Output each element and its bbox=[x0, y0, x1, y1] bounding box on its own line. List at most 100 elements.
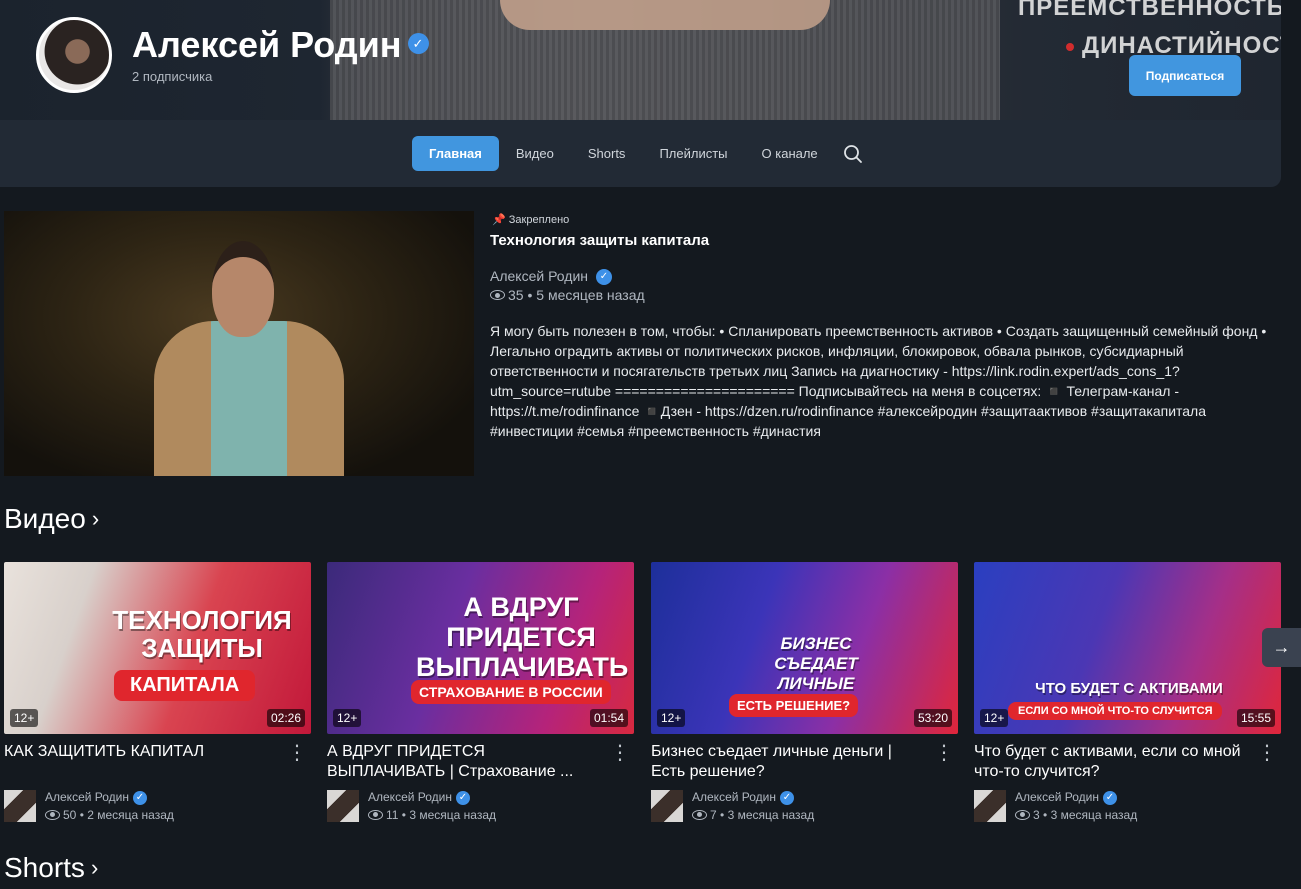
video-thumbnail[interactable]: Технология защиты Капитала 12+ 02:26 bbox=[4, 562, 311, 734]
pinned-age: 5 месяцев назад bbox=[536, 287, 645, 303]
search-icon[interactable] bbox=[843, 144, 863, 164]
pinned-video-title[interactable]: Технология защиты капитала bbox=[490, 232, 709, 249]
arrow-right-icon[interactable]: → bbox=[1262, 628, 1301, 667]
video-meta: 50 • 2 месяца назад bbox=[45, 808, 174, 822]
video-channel-info: Алексей Родин ✓ 50 • 2 месяца назад bbox=[4, 790, 311, 824]
verified-icon: ✓ bbox=[456, 790, 470, 805]
video-meta: 7 • 3 месяца назад bbox=[692, 808, 814, 822]
pinned-description: Я могу быть полезен в том, чтобы: • Спла… bbox=[490, 323, 1267, 439]
video-author[interactable]: Алексей Родин ✓ bbox=[692, 790, 794, 805]
thumbnail-text: Технология защиты bbox=[112, 605, 292, 663]
thumbnail-text: А вдруг придется выплачивать bbox=[416, 592, 629, 682]
age-rating-badge: 12+ bbox=[333, 709, 362, 727]
video-author[interactable]: Алексей Родин ✓ bbox=[45, 790, 147, 805]
more-vert-icon[interactable]: ⋮ bbox=[1257, 743, 1277, 763]
tab-shorts[interactable]: Shorts bbox=[571, 136, 643, 171]
pinned-author-name: Алексей Родин bbox=[490, 268, 588, 284]
avatar[interactable] bbox=[974, 790, 1006, 822]
eye-icon bbox=[368, 809, 383, 820]
subscriber-count: 2 подписчика bbox=[132, 69, 213, 84]
duration-badge: 53:20 bbox=[913, 709, 952, 727]
avatar[interactable] bbox=[651, 790, 683, 822]
thumbnail-band: Если со мной что-то случится bbox=[1008, 702, 1223, 720]
shorts-section-title[interactable]: Shorts › bbox=[4, 852, 98, 884]
chevron-right-icon: › bbox=[90, 855, 99, 880]
video-author-name: Алексей Родин bbox=[45, 790, 129, 804]
pinned-author[interactable]: Алексей Родин ✓ bbox=[490, 268, 612, 286]
video-channel-info: Алексей Родин ✓ 3 • 3 месяца назад bbox=[974, 790, 1281, 824]
video-channel-info: Алексей Родин ✓ 11 • 3 месяца назад bbox=[327, 790, 634, 824]
verified-icon: ✓ bbox=[133, 790, 147, 805]
thumbnail-band: Капитала bbox=[114, 670, 256, 701]
video-title[interactable]: А ВДРУГ ПРИДЕТСЯ ВЫПЛАЧИВАТЬ | Страхован… bbox=[327, 742, 597, 782]
video-thumbnail[interactable]: Что будет с активами Если со мной что-то… bbox=[974, 562, 1281, 734]
video-author[interactable]: Алексей Родин ✓ bbox=[368, 790, 470, 805]
video-author-name: Алексей Родин bbox=[368, 790, 452, 804]
eye-icon bbox=[1015, 809, 1030, 820]
video-card[interactable]: Технология защиты Капитала 12+ 02:26 КАК… bbox=[4, 562, 311, 824]
thumbnail-band: Страхование в России bbox=[411, 680, 611, 704]
pin-icon: 📌 bbox=[492, 214, 506, 226]
channel-name: Алексей Родин ✓ bbox=[132, 24, 429, 66]
pinned-label: 📌 Закреплено bbox=[492, 213, 569, 226]
age-rating-badge: 12+ bbox=[980, 709, 1009, 727]
age-rating-badge: 12+ bbox=[10, 709, 39, 727]
pinned-label-text: Закреплено bbox=[508, 214, 570, 226]
tab-home[interactable]: Главная bbox=[412, 136, 499, 171]
more-vert-icon[interactable]: ⋮ bbox=[610, 743, 630, 763]
thumbnail-face bbox=[212, 241, 274, 337]
verified-icon: ✓ bbox=[1103, 790, 1117, 805]
thumbnail-figure bbox=[154, 321, 344, 476]
video-age: 3 месяца назад bbox=[409, 808, 496, 822]
more-vert-icon[interactable]: ⋮ bbox=[934, 743, 954, 763]
video-author[interactable]: Алексей Родин ✓ bbox=[1015, 790, 1117, 805]
eye-icon bbox=[45, 809, 60, 820]
pinned-meta: 35 • 5 месяцев назад bbox=[490, 287, 645, 303]
duration-badge: 01:54 bbox=[589, 709, 628, 727]
video-meta: 3 • 3 месяца назад bbox=[1015, 808, 1137, 822]
pinned-video-thumbnail[interactable] bbox=[4, 211, 474, 476]
video-title[interactable]: КАК ЗАЩИТИТЬ КАПИТАЛ bbox=[4, 742, 274, 782]
age-rating-badge: 12+ bbox=[657, 709, 686, 727]
tab-playlists[interactable]: Плейлисты bbox=[642, 136, 744, 171]
video-views: 7 bbox=[710, 808, 717, 822]
video-views: 3 bbox=[1033, 808, 1040, 822]
subscribe-button[interactable]: Подписаться bbox=[1129, 55, 1241, 96]
chevron-right-icon: › bbox=[91, 506, 100, 531]
channel-header: преемственность династийность Алексей Ро… bbox=[0, 0, 1281, 187]
channel-avatar[interactable] bbox=[36, 17, 112, 93]
video-card[interactable]: Бизнес съедает личные деньги Есть решени… bbox=[651, 562, 958, 824]
thumbnail-band: Есть решение? bbox=[729, 694, 859, 717]
more-vert-icon[interactable]: ⋮ bbox=[287, 743, 307, 763]
video-card[interactable]: Что будет с активами Если со мной что-то… bbox=[974, 562, 1281, 824]
video-author-name: Алексей Родин bbox=[1015, 790, 1099, 804]
video-age: 2 месяца назад bbox=[87, 808, 174, 822]
channel-tabs: Главная Видео Shorts Плейлисты О канале bbox=[412, 136, 863, 171]
avatar[interactable] bbox=[4, 790, 36, 822]
video-thumbnail[interactable]: А вдруг придется выплачивать Страхование… bbox=[327, 562, 634, 734]
video-title[interactable]: Бизнес съедает личные деньги | Есть реше… bbox=[651, 742, 921, 782]
video-age: 3 месяца назад bbox=[727, 808, 815, 822]
tab-videos[interactable]: Видео bbox=[499, 136, 571, 171]
verified-icon: ✓ bbox=[780, 790, 794, 805]
video-channel-info: Алексей Родин ✓ 7 • 3 месяца назад bbox=[651, 790, 958, 824]
video-thumbnail[interactable]: Бизнес съедает личные деньги Есть решени… bbox=[651, 562, 958, 734]
duration-badge: 15:55 bbox=[1236, 709, 1275, 727]
pinned-views: 35 bbox=[508, 287, 524, 303]
video-views: 11 bbox=[386, 808, 399, 822]
videos-section-title[interactable]: Видео › bbox=[4, 503, 99, 535]
video-age: 3 месяца назад bbox=[1050, 808, 1138, 822]
video-card[interactable]: А вдруг придется выплачивать Страхование… bbox=[327, 562, 634, 824]
banner-photo bbox=[330, 0, 1000, 120]
duration-badge: 02:26 bbox=[266, 709, 305, 727]
shorts-section-label: Shorts bbox=[4, 852, 85, 883]
channel-name-text: Алексей Родин bbox=[132, 24, 402, 65]
video-meta: 11 • 3 месяца назад bbox=[368, 808, 496, 822]
video-author-name: Алексей Родин bbox=[692, 790, 776, 804]
avatar[interactable] bbox=[327, 790, 359, 822]
video-title[interactable]: Что будет с активами, если со мной что-т… bbox=[974, 742, 1244, 782]
verified-icon: ✓ bbox=[596, 269, 612, 286]
verified-icon: ✓ bbox=[407, 32, 429, 54]
eye-icon bbox=[490, 290, 505, 301]
tab-about[interactable]: О канале bbox=[745, 136, 835, 171]
